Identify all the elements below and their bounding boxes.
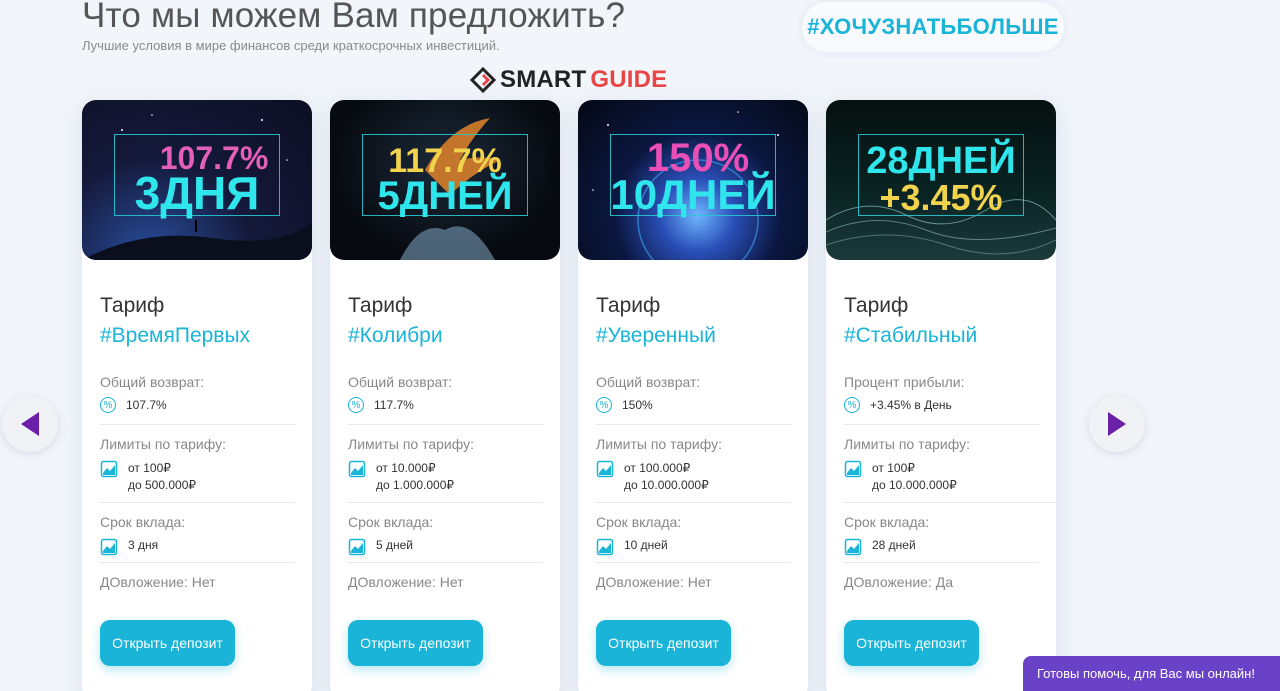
open-deposit-button[interactable]: Открыть депозит (596, 620, 731, 666)
divider (844, 502, 1056, 503)
limit-from: от 10.000₽ (376, 461, 436, 475)
chart-icon (844, 460, 862, 478)
divider (348, 562, 543, 563)
limit-from: от 100.000₽ (624, 461, 691, 475)
reinvest-status: ДОвложение: Нет (596, 574, 712, 590)
next-arrow-button[interactable] (1089, 396, 1145, 452)
return-value: 107.7% (126, 398, 167, 412)
return-value: 117.7% (374, 398, 414, 412)
tariff-label: Тариф (348, 294, 413, 317)
tariff-image: 150% 10ДНЕЙ (578, 100, 808, 260)
limits-title: Лимиты по тарифу: (844, 436, 970, 452)
term-title: Срок вклада: (596, 514, 682, 530)
divider (596, 502, 791, 503)
triangle-left-icon (21, 412, 39, 436)
return-title: Процент прибыли: (844, 374, 965, 390)
tariff-image: 117.7% 5ДНЕЙ (330, 100, 560, 260)
return-title: Общий возврат: (596, 374, 701, 390)
online-chat-button[interactable]: Готовы помочь, для Вас мы онлайн! (1023, 656, 1280, 691)
tariff-label: Тариф (100, 294, 165, 317)
image-term-text: 10ДНЕЙ (610, 171, 776, 218)
return-title: Общий возврат: (348, 374, 453, 390)
percent-icon: % (100, 397, 116, 413)
limits-title: Лимиты по тарифу: (348, 436, 474, 452)
percent-icon: % (844, 397, 860, 413)
chart-icon (596, 460, 614, 478)
return-title: Общий возврат: (100, 374, 205, 390)
chart-icon (596, 538, 614, 556)
tariff-name: #Уверенный (596, 324, 716, 347)
limit-from: от 100₽ (128, 461, 171, 475)
limit-to: до 10.000.000₽ (624, 478, 709, 492)
limit-to: до 1.000.000₽ (376, 478, 455, 492)
tariff-card: 28ДНЕЙ +3.45% Тариф #Стабильный Процент … (826, 100, 1056, 691)
divider (348, 502, 543, 503)
divider (844, 562, 1039, 563)
divider (596, 424, 791, 425)
term-value: 3 дня (128, 538, 159, 552)
reinvest-status: ДОвложение: Нет (348, 574, 464, 590)
limit-to: до 10.000.000₽ (872, 478, 957, 492)
image-term-text: 5ДНЕЙ (377, 174, 513, 218)
percent-icon: % (348, 397, 364, 413)
reinvest-status: ДОвложение: Да (844, 574, 953, 590)
term-value: 5 дней (376, 538, 414, 552)
image-percent-text: +3.45% (879, 177, 1003, 218)
term-title: Срок вклада: (844, 514, 930, 530)
tariff-card: 117.7% 5ДНЕЙ Тариф #Колибри Общий возвра… (330, 100, 560, 691)
logo-text-guide: GUIDE (590, 66, 668, 93)
chart-icon (844, 538, 862, 556)
tariff-label: Тариф (844, 294, 909, 317)
term-value: 28 дней (872, 538, 916, 552)
term-title: Срок вклада: (348, 514, 434, 530)
learn-more-tag[interactable]: #ХОЧУЗНАТЬБОЛЬШЕ (802, 2, 1064, 52)
open-deposit-button[interactable]: Открыть депозит (100, 620, 235, 666)
smartguide-logo: SMART GUIDE (470, 66, 667, 94)
chart-icon (100, 460, 118, 478)
term-value: 10 дней (624, 538, 668, 552)
chart-icon (100, 538, 118, 556)
logo-text-smart: SMART (500, 66, 587, 93)
chart-icon (348, 538, 366, 556)
page-subtitle: Лучшие условия в мире финансов среди кра… (82, 38, 500, 53)
open-deposit-button[interactable]: Открыть депозит (844, 620, 979, 666)
divider (348, 424, 543, 425)
tariff-image: 107.7% 3ДНЯ (82, 100, 312, 260)
divider (844, 424, 1039, 425)
tariff-card: 107.7% 3ДНЯ Тариф #ВремяПервых Общий воз… (82, 100, 312, 691)
image-term-text: 3ДНЯ (134, 167, 260, 219)
return-value: 150% (622, 398, 653, 412)
logo-mark-icon (470, 67, 496, 93)
chart-icon (348, 460, 366, 478)
term-title: Срок вклада: (100, 514, 186, 530)
limit-from: от 100₽ (872, 461, 915, 475)
divider (100, 562, 295, 563)
tariff-name: #Колибри (348, 324, 443, 347)
tariff-card: 150% 10ДНЕЙ Тариф #Уверенный Общий возвр… (578, 100, 808, 691)
reinvest-status: ДОвложение: Нет (100, 574, 216, 590)
limit-to: до 500.000₽ (128, 478, 197, 492)
limits-title: Лимиты по тарифу: (596, 436, 722, 452)
divider (596, 562, 791, 563)
tariff-name: #ВремяПервых (100, 324, 251, 347)
percent-icon: % (596, 397, 612, 413)
tariff-label: Тариф (596, 294, 661, 317)
tariff-image: 28ДНЕЙ +3.45% (826, 100, 1056, 260)
open-deposit-button[interactable]: Открыть депозит (348, 620, 483, 666)
return-value: +3.45% в День (870, 398, 952, 412)
image-percent-text: 117.7% (388, 142, 502, 180)
page-title: Что мы можем Вам предложить? (82, 0, 626, 35)
limits-title: Лимиты по тарифу: (100, 436, 226, 452)
prev-arrow-button[interactable] (2, 396, 58, 452)
tariff-name: #Стабильный (844, 324, 978, 347)
divider (100, 424, 295, 425)
triangle-right-icon (1108, 412, 1126, 436)
image-term-text: 28ДНЕЙ (866, 140, 1016, 182)
divider (100, 502, 295, 503)
